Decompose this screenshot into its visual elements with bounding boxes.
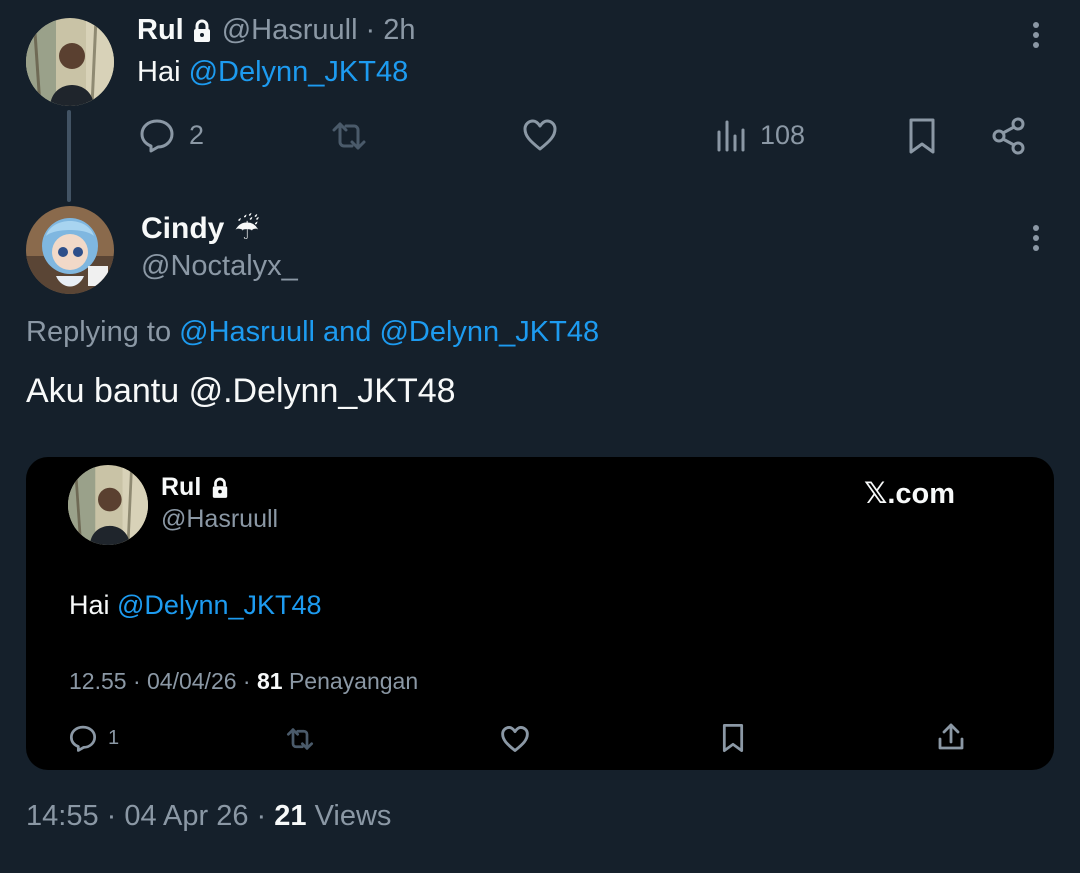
- card-retweet-icon: [284, 725, 316, 753]
- card-author-name: Rul: [161, 473, 202, 501]
- lock-icon: [211, 477, 229, 499]
- card-avatar: [68, 465, 148, 545]
- retweet-button[interactable]: [330, 118, 368, 154]
- tweet-time[interactable]: · 2h: [366, 14, 416, 47]
- share-button[interactable]: [991, 117, 1027, 155]
- reply-count: 2: [189, 119, 205, 150]
- mention-link[interactable]: @Delynn_JKT48: [189, 56, 409, 88]
- author-name-row: Cindy ☔: [141, 212, 259, 246]
- more-options-icon[interactable]: [1021, 17, 1051, 57]
- avatar[interactable]: [26, 18, 114, 106]
- card-bookmark-icon: [721, 723, 745, 753]
- card-meta: 12.55 · 04/04/26 · 81 Penayangan: [69, 668, 418, 695]
- author-handle[interactable]: @Hasruull: [222, 14, 358, 47]
- more-options-icon[interactable]: [1021, 220, 1051, 260]
- author-name[interactable]: Rul: [137, 14, 184, 47]
- footer-view-count: 21: [274, 800, 307, 832]
- replying-prefix: Replying to: [26, 316, 180, 348]
- x-logo: 𝕏.com: [864, 478, 956, 510]
- tweet-text: Aku bantu @.Delynn_JKT48: [26, 372, 456, 410]
- card-tweet-text: Hai @Delynn_JKT48: [69, 590, 322, 621]
- card-reply-count: 1: [108, 726, 120, 749]
- tweet-text-prefix: Hai: [137, 56, 189, 88]
- author-name[interactable]: Cindy: [141, 212, 224, 246]
- thread-line: [67, 110, 71, 202]
- reply-icon: [68, 724, 98, 752]
- umbrella-icon: ☔: [234, 213, 260, 245]
- tweet-header: Rul @Hasruull · 2h: [137, 14, 416, 47]
- replying-to-link[interactable]: @Hasruull and @Delynn_JKT48: [179, 316, 599, 348]
- footer-timestamp[interactable]: 14:55 · 04 Apr 26 ·: [26, 800, 274, 832]
- card-author-name-row: Rul: [161, 473, 229, 502]
- view-count: 108: [760, 119, 806, 150]
- card-views-label: Penayangan: [282, 668, 419, 694]
- avatar[interactable]: [26, 206, 114, 294]
- like-button[interactable]: [522, 118, 558, 152]
- lock-icon: [192, 19, 212, 43]
- card-author-handle: @Hasruull: [161, 505, 279, 533]
- replying-to: Replying to @Hasruull and @Delynn_JKT48: [26, 316, 599, 349]
- bookmark-button[interactable]: [907, 117, 937, 155]
- analytics-icon: [716, 118, 746, 152]
- card-timestamp: 12.55 · 04/04/26 ·: [69, 668, 257, 694]
- card-text-prefix: Hai: [69, 590, 118, 620]
- card-reply-button: 1: [68, 724, 119, 752]
- card-view-count: 81: [256, 668, 283, 694]
- footer-views-label: Views: [306, 800, 392, 832]
- author-handle[interactable]: @Noctalyx_: [141, 250, 298, 283]
- tweet-footer-meta: 14:55 · 04 Apr 26 · 21 Views: [26, 800, 391, 833]
- card-mention: @Delynn_JKT48: [117, 590, 322, 620]
- tweet-text: Hai @Delynn_JKT48: [137, 56, 408, 89]
- reply-button[interactable]: 2: [139, 117, 204, 153]
- reply-icon: [139, 117, 175, 153]
- card-share-icon: [937, 722, 965, 752]
- views-button[interactable]: 108: [716, 118, 805, 152]
- card-like-icon: [500, 725, 530, 753]
